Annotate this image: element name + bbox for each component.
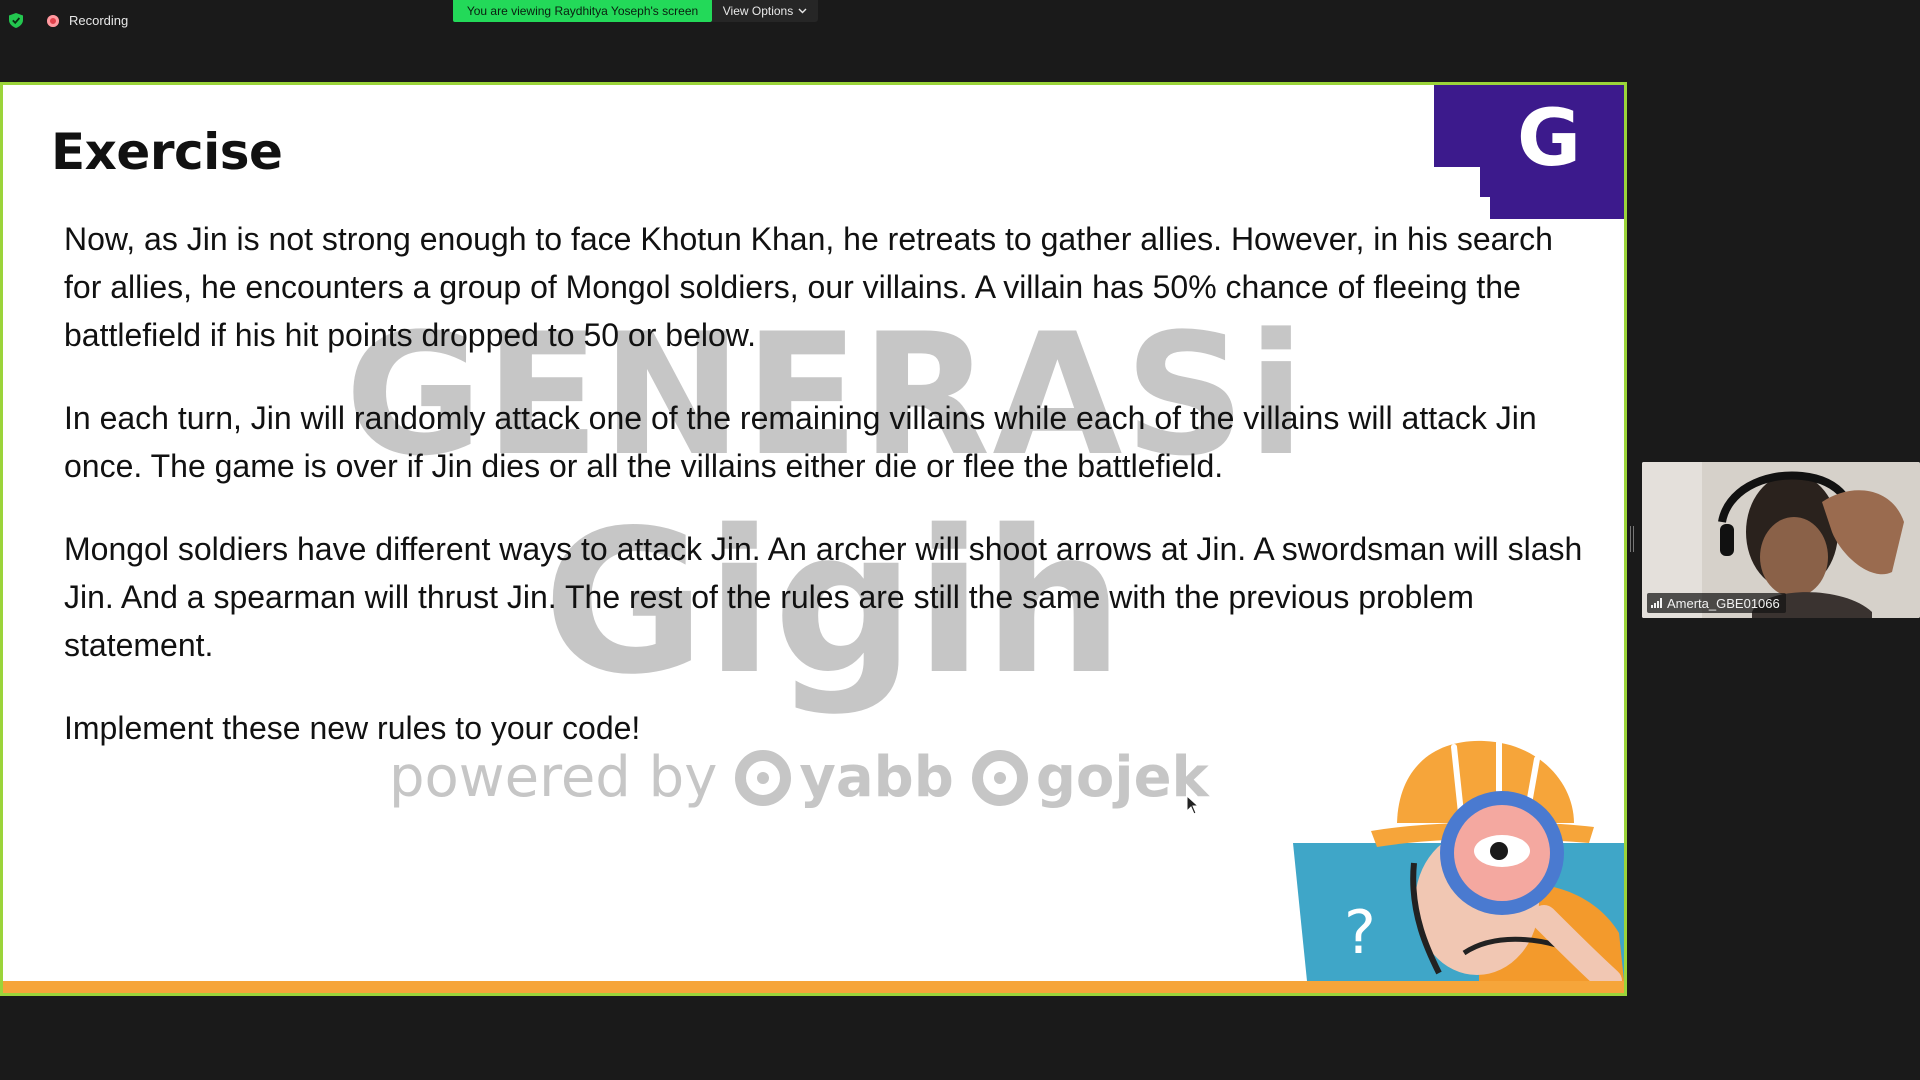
participant-name: Amerta_GBE01066 (1667, 595, 1780, 611)
shared-screen[interactable]: GENERASi Gigih powered by yabb gojek Exe… (0, 82, 1627, 996)
view-options-label: View Options (722, 4, 794, 18)
slide-body: Now, as Jin is not strong enough to face… (64, 215, 1584, 787)
chevron-down-icon (798, 8, 807, 14)
slide-bottom-stripe (3, 981, 1624, 993)
mouse-cursor-icon (1186, 795, 1200, 815)
recording-label: Recording (69, 13, 129, 28)
participant-name-label: Amerta_GBE01066 (1647, 593, 1786, 613)
panel-resize-handle[interactable] (1630, 526, 1634, 552)
meeting-window: Recording You are viewing Raydhitya Yose… (0, 0, 1920, 1080)
paragraph-attacks: Mongol soldiers have different ways to a… (64, 531, 1583, 663)
view-options-button[interactable]: View Options (712, 0, 818, 22)
recording-dot-icon (47, 14, 59, 27)
recording-indicator[interactable]: Recording (47, 13, 128, 28)
connection-signal-icon (1651, 598, 1662, 608)
logo-letter: G (1517, 94, 1581, 184)
presentation-slide: GENERASi Gigih powered by yabb gojek Exe… (3, 85, 1624, 993)
security-shield-icon[interactable] (9, 13, 23, 28)
generasi-gigih-logo: G (1434, 85, 1624, 219)
detective-illustration: ? (1293, 740, 1624, 983)
paragraph-turns: In each turn, Jin will randomly attack o… (64, 400, 1537, 484)
paragraph-intro: Now, as Jin is not strong enough to face… (64, 221, 1553, 353)
slide-title: Exercise (51, 123, 283, 181)
participant-video-tile[interactable]: Amerta_GBE01066 (1642, 462, 1920, 618)
question-mark: ? (1344, 898, 1376, 968)
viewing-screen-banner: You are viewing Raydhitya Yoseph's scree… (453, 0, 712, 22)
